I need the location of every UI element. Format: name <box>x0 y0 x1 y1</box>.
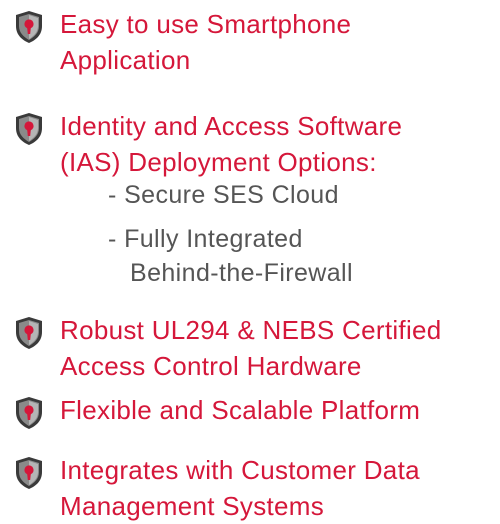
feature-title-line-1: Robust UL294 & NEBS Certified <box>60 315 442 345</box>
feature-title-line-1: Flexible and Scalable Platform <box>60 395 421 425</box>
deployment-option-line-1: - Secure SES Cloud <box>108 181 339 209</box>
feature-title: Easy to use Smartphone Application <box>60 6 351 78</box>
feature-title: Identity and Access Software (IAS) Deplo… <box>60 108 402 180</box>
feature-title-line-2: Management Systems <box>60 491 325 521</box>
shield-icon <box>14 316 44 350</box>
deployment-option-cloud: - Secure SES Cloud <box>108 178 339 212</box>
shield-icon <box>14 456 44 490</box>
shield-icon <box>14 10 44 44</box>
feature-title-line-1: Easy to use Smartphone <box>60 9 352 39</box>
feature-title: Flexible and Scalable Platform <box>60 392 420 428</box>
feature-title-line-2: Access Control Hardware <box>60 351 362 381</box>
shield-icon <box>14 112 44 146</box>
feature-title-line-1: Identity and Access Software <box>60 111 403 141</box>
deployment-option-firewall: - Fully Integrated Behind-the-Firewall <box>108 222 353 290</box>
feature-title-line-1: Integrates with Customer Data <box>60 455 420 485</box>
deployment-option-line-2: Behind-the-Firewall <box>130 259 353 287</box>
shield-icon <box>14 396 44 430</box>
feature-title-line-2: Application <box>60 45 191 75</box>
feature-title-line-2: (IAS) Deployment Options: <box>60 147 377 177</box>
deployment-option-line-1: - Fully Integrated <box>108 225 303 253</box>
feature-title: Integrates with Customer Data Management… <box>60 452 420 524</box>
feature-title: Robust UL294 & NEBS Certified Access Con… <box>60 312 442 384</box>
